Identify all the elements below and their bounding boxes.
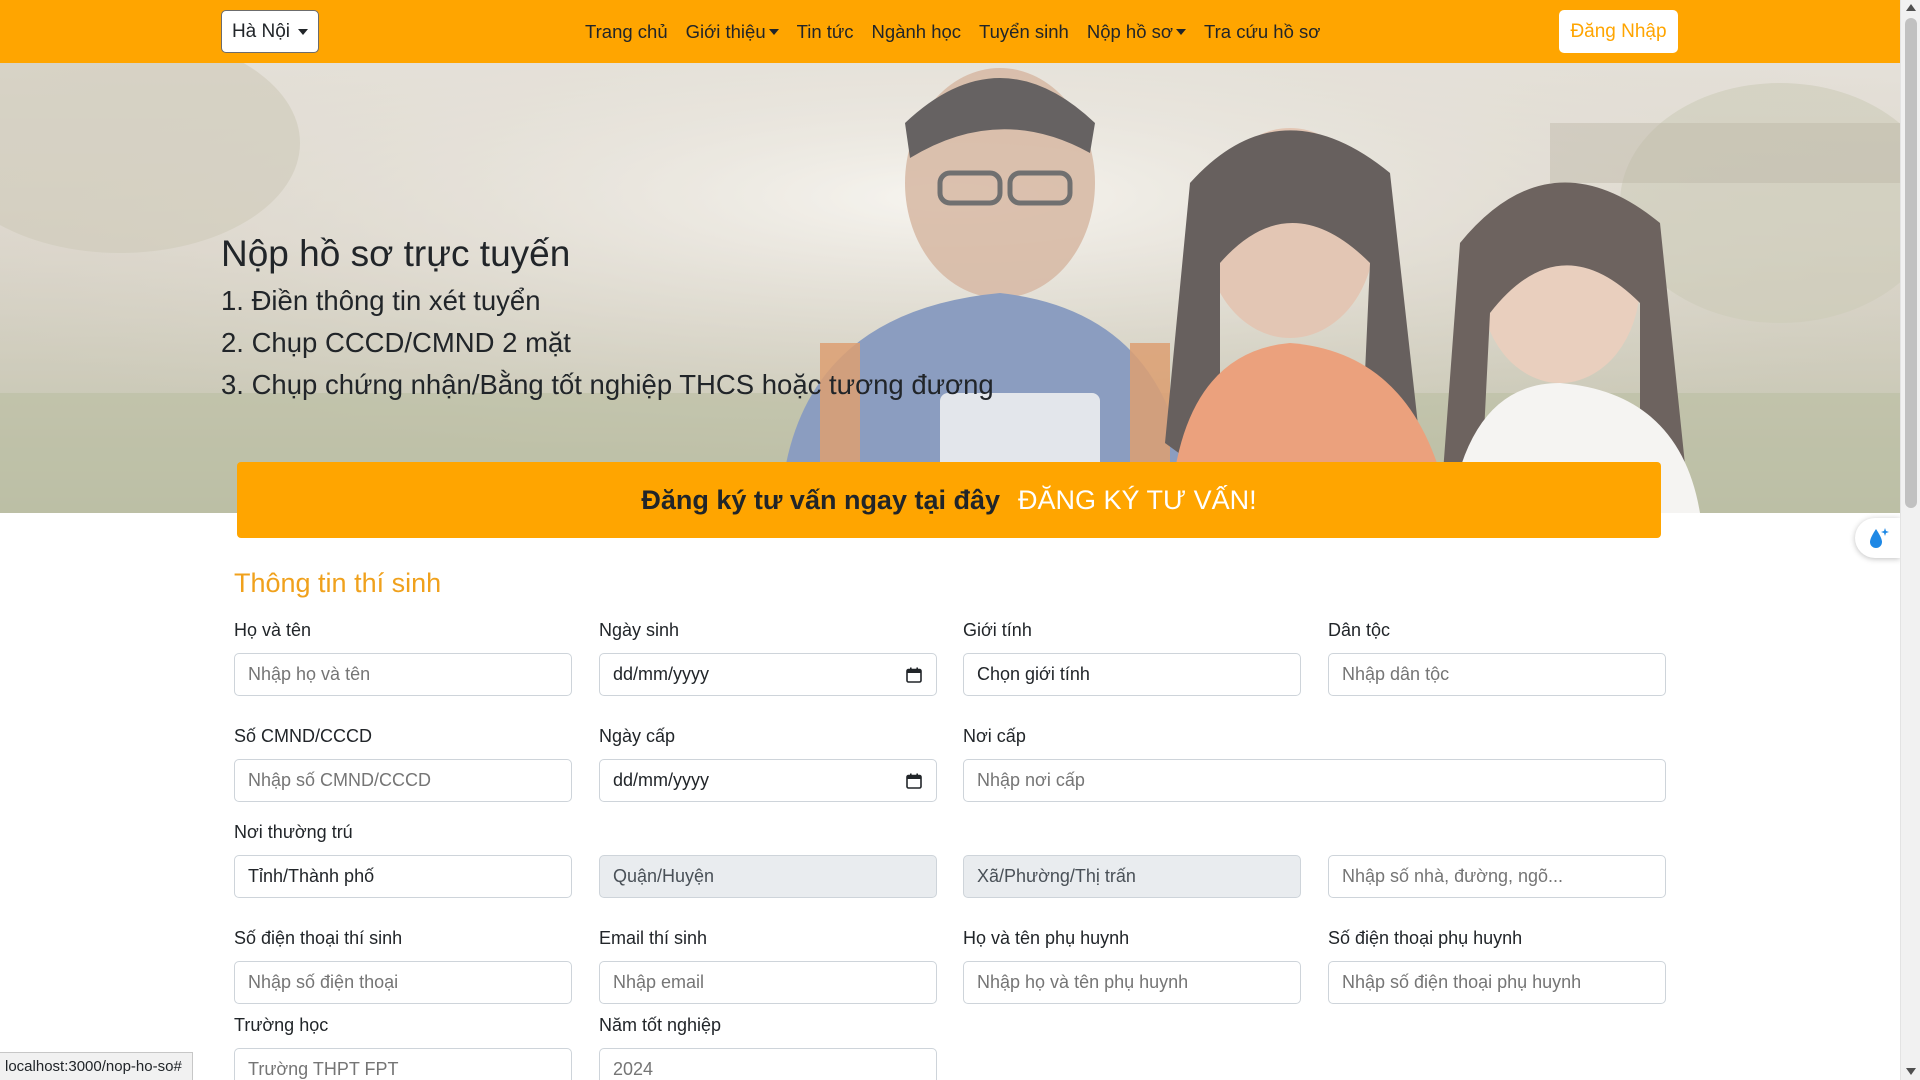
ethnicity-label: Dân tộc — [1328, 620, 1391, 640]
ethnicity-placeholder: Nhập dân tộc — [1342, 664, 1450, 684]
hero-step-1: 1. Điền thông tin xét tuyển — [221, 285, 541, 316]
issue-date-label: Ngày cấp — [599, 726, 676, 746]
nav-item-submit-application[interactable]: Nộp hồ sơ — [1086, 20, 1187, 43]
parent-name-label: Họ và tên phụ huynh — [963, 928, 1130, 948]
graduation-year-input[interactable]: 2024 — [599, 1048, 937, 1080]
scroll-down-arrow-icon[interactable] — [1906, 1068, 1916, 1075]
province-selected-value: Tỉnh/Thành phố — [248, 866, 375, 886]
gender-selected-value: Chọn giới tính — [977, 664, 1090, 684]
full-name-label: Họ và tên — [234, 620, 312, 640]
city-select-label: Hà Nội — [231, 20, 291, 42]
gender-select[interactable]: Chọn giới tính — [963, 653, 1301, 696]
ethnicity-input[interactable]: Nhập dân tộc — [1328, 653, 1666, 696]
issue-place-placeholder: Nhập nơi cấp — [977, 770, 1085, 790]
main-nav: Trang chủ Giới thiệu Tin tức Ngành học T… — [585, 0, 1320, 63]
district-select[interactable]: Quận/Huyện — [599, 855, 937, 898]
parent-phone-placeholder: Nhập số điện thoại phụ huynh — [1342, 972, 1582, 992]
parent-name-input[interactable]: Nhập họ và tên phụ huynh — [963, 961, 1301, 1004]
nav-item-admissions[interactable]: Tuyển sinh — [979, 21, 1069, 43]
email-placeholder: Nhập email — [613, 972, 705, 992]
nav-item-news[interactable]: Tin tức — [797, 21, 854, 43]
hero-banner: Nộp hồ sơ trực tuyến 1. Điền thông tin x… — [0, 63, 1900, 513]
full-name-input[interactable]: Nhập họ và tên — [234, 653, 572, 696]
status-url-text: localhost:3000/nop-ho-so# — [5, 1058, 182, 1075]
nav-item-label: Tin tức — [796, 20, 854, 42]
nav-item-about[interactable]: Giới thiệu — [686, 21, 779, 43]
parent-phone-label: Số điện thoại phụ huynh — [1328, 928, 1523, 948]
id-number-input[interactable]: Nhập số CMND/CCCD — [234, 759, 572, 802]
login-button-label: Đăng Nhập — [1570, 20, 1667, 42]
province-select[interactable]: Tỉnh/Thành phố — [234, 855, 572, 898]
hero-step-3: 3. Chụp chứng nhận/Bằng tốt nghiệp THCS … — [221, 369, 994, 400]
calendar-icon[interactable] — [906, 773, 922, 789]
section-title: Thông tin thí sinh — [234, 568, 442, 598]
chevron-down-icon — [768, 28, 779, 35]
scrollbar-thumb[interactable] — [1905, 18, 1917, 508]
parent-name-placeholder: Nhập họ và tên phụ huynh — [977, 972, 1189, 992]
scroll-up-arrow-icon[interactable] — [1906, 4, 1916, 11]
page-scrollbar[interactable] — [1900, 0, 1920, 1080]
city-select-button[interactable]: Hà Nội — [221, 10, 319, 53]
dob-label: Ngày sinh — [599, 620, 680, 640]
nav-item-majors[interactable]: Ngành học — [872, 21, 961, 43]
browser-status-url: localhost:3000/nop-ho-so# — [0, 1052, 193, 1080]
street-address-placeholder: Nhập số nhà, đường, ngõ... — [1342, 866, 1564, 886]
nav-item-home[interactable]: Trang chủ — [585, 21, 668, 43]
consultation-text: Đăng ký tư vấn ngay tại đây — [641, 484, 1001, 515]
district-selected-value: Quận/Huyện — [613, 866, 715, 886]
chevron-down-icon — [298, 28, 309, 35]
dob-placeholder: dd/mm/yyyy — [613, 664, 710, 684]
issue-place-label: Nơi cấp — [963, 726, 1026, 746]
graduation-year-placeholder: 2024 — [613, 1059, 654, 1079]
issue-place-input[interactable]: Nhập nơi cấp — [963, 759, 1666, 802]
graduation-year-label: Năm tốt nghiệp — [599, 1015, 722, 1035]
school-placeholder: Trường THPT FPT — [248, 1059, 399, 1079]
nav-item-label: Tuyển sinh — [979, 20, 1069, 42]
phone-input[interactable]: Nhập số điện thoại — [234, 961, 572, 1004]
ward-selected-value: Xã/Phường/Thị trấn — [977, 866, 1136, 886]
water-drop-icon — [1869, 528, 1889, 548]
nav-item-label: Nộp hồ sơ — [1086, 20, 1174, 42]
issue-date-input[interactable]: dd/mm/yyyy — [599, 759, 937, 802]
id-number-label: Số CMND/CCCD — [234, 726, 373, 746]
parent-phone-input[interactable]: Nhập số điện thoại phụ huynh — [1328, 961, 1666, 1004]
dob-date-input[interactable]: dd/mm/yyyy — [599, 653, 937, 696]
chevron-down-icon — [1176, 28, 1187, 35]
login-button[interactable]: Đăng Nhập — [1559, 10, 1678, 53]
ward-select[interactable]: Xã/Phường/Thị trấn — [963, 855, 1301, 898]
hero-step-2: 2. Chụp CCCD/CMND 2 mặt — [221, 327, 571, 358]
nav-item-label: Tra cứu hồ sơ — [1204, 20, 1321, 42]
nav-item-lookup-application[interactable]: Tra cứu hồ sơ — [1204, 21, 1320, 43]
email-input[interactable]: Nhập email — [599, 961, 937, 1004]
calendar-icon[interactable] — [906, 667, 922, 683]
phone-placeholder: Nhập số điện thoại — [248, 972, 399, 992]
nav-item-label: Trang chủ — [585, 20, 668, 42]
hero-title: Nộp hồ sơ trực tuyến — [221, 233, 571, 274]
issue-date-placeholder: dd/mm/yyyy — [613, 770, 710, 790]
full-name-placeholder: Nhập họ và tên — [248, 664, 371, 684]
street-address-input[interactable]: Nhập số nhà, đường, ngõ... — [1328, 855, 1666, 898]
school-input[interactable]: Trường THPT FPT — [234, 1048, 572, 1080]
consultation-banner: Đăng ký tư vấn ngay tại đây ĐĂNG KÝ TƯ V… — [237, 462, 1661, 538]
id-number-placeholder: Nhập số CMND/CCCD — [248, 770, 432, 790]
phone-label: Số điện thoại thí sinh — [234, 928, 403, 948]
top-navbar: Hà Nội Trang chủ Giới thiệu Tin tức Ngàn… — [0, 0, 1900, 63]
school-label: Trường học — [234, 1015, 329, 1035]
side-widget-button[interactable] — [1855, 518, 1900, 558]
residence-label: Nơi thường trú — [234, 822, 353, 842]
consultation-register-link[interactable]: ĐĂNG KÝ TƯ VẤN! — [1018, 485, 1257, 516]
email-label: Email thí sinh — [599, 928, 708, 948]
gender-label: Giới tính — [963, 620, 1032, 640]
nav-item-label: Giới thiệu — [685, 20, 766, 42]
nav-item-label: Ngành học — [871, 20, 962, 42]
